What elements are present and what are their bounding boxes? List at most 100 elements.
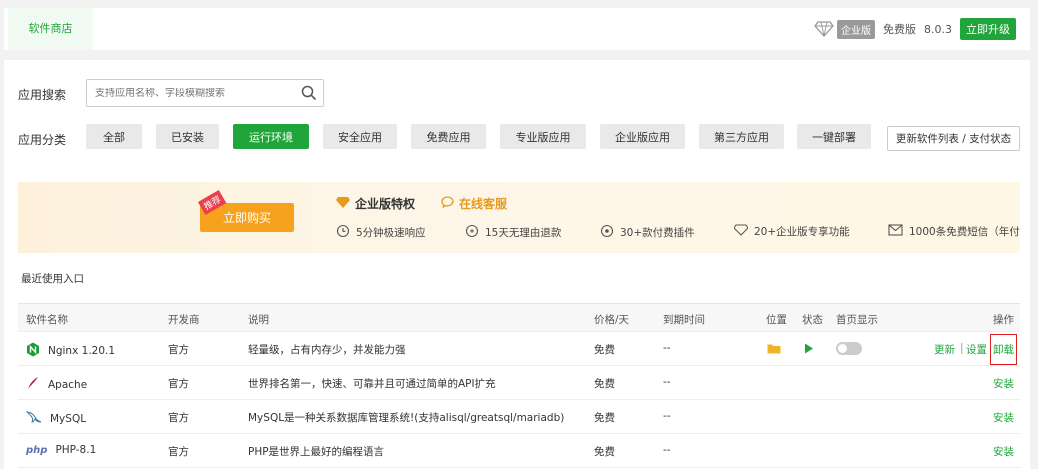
- expire-cell: --: [663, 376, 671, 388]
- header-developer: 开发商: [168, 314, 200, 326]
- software-name-text: Apache: [48, 378, 88, 391]
- clock-icon: [336, 224, 350, 241]
- main-panel: 应用搜索 应用分类 全部 已安装 运行环境 安全应用 免费应用 专业版应用 企业…: [4, 60, 1030, 469]
- description-cell: 轻量级，占有内存少，并发能力强: [248, 344, 406, 356]
- perk-refund: 15天无理由退款: [465, 224, 561, 241]
- uninstall-link[interactable]: 卸载: [990, 334, 1017, 365]
- header-action: 操作: [993, 314, 1014, 326]
- category-one-click[interactable]: 一键部署: [797, 124, 871, 149]
- category-all[interactable]: 全部: [86, 124, 142, 149]
- category-security[interactable]: 安全应用: [323, 124, 397, 149]
- php-logo-icon: php: [26, 444, 48, 456]
- header-homepage: 首页显示: [836, 314, 878, 326]
- perk-text: 5分钟极速响应: [356, 227, 426, 239]
- software-name[interactable]: Apache: [26, 376, 87, 393]
- search-input[interactable]: [87, 87, 295, 99]
- edition-label: 免费版: [883, 23, 916, 36]
- perk-enterprise-features: 20+企业版专享功能: [733, 224, 850, 239]
- edition-info: 企业版 免费版 8.0.3 立即升级: [813, 18, 1016, 40]
- table-header: 软件名称 开发商 说明 价格/天 到期时间 位置 状态 首页显示 操作: [18, 304, 1020, 332]
- gem-icon: [733, 224, 749, 239]
- developer-cell: 官方: [168, 344, 189, 356]
- perk-plugins: 30+款付费插件: [600, 224, 695, 241]
- table-row: Nginx 1.20.1 官方 轻量级，占有内存少，并发能力强 免费 -- 更新…: [18, 332, 1020, 366]
- version-label: 8.0.3: [924, 22, 952, 36]
- category-pro[interactable]: 专业版应用: [500, 124, 586, 149]
- online-service-link[interactable]: 在线客服: [441, 195, 507, 212]
- perk-fast-response: 5分钟极速响应: [336, 224, 426, 241]
- nginx-logo-icon: [26, 342, 40, 360]
- price-cell: 免费: [594, 412, 615, 424]
- perk-text: 30+款付费插件: [620, 227, 695, 239]
- refund-icon: [465, 224, 479, 241]
- diamond-icon: [813, 20, 835, 38]
- description-cell: 世界排名第一，快速、可靠并且可通过简单的API扩充: [248, 378, 496, 390]
- price-cell: 免费: [594, 446, 615, 458]
- expire-cell: --: [663, 342, 671, 354]
- action-separator: |: [960, 342, 964, 354]
- app-window: 软件商店 企业版 免费版 8.0.3 立即升级 应用搜索 应用分类 全部 已安装…: [4, 4, 1034, 469]
- expire-cell: --: [663, 410, 671, 422]
- software-name-text: MySQL: [50, 412, 87, 425]
- table-row: MySQL 官方 MySQL是一种关系数据库管理系统!(支持alisql/gre…: [18, 400, 1020, 434]
- apache-feather-icon: [26, 376, 40, 393]
- software-name[interactable]: MySQL: [25, 410, 87, 427]
- top-bar: 软件商店 企业版 免费版 8.0.3 立即升级: [4, 8, 1030, 50]
- developer-cell: 官方: [168, 378, 189, 390]
- table-row: php PHP-8.1 官方 PHP是世界上最好的编程语言 免费 -- 安装: [18, 434, 1020, 468]
- header-name: 软件名称: [26, 314, 68, 326]
- enterprise-banner: 立即购买 推荐 企业版特权 在线客服 5分钟极速响应 15天无理由退款 30+款…: [18, 182, 1020, 253]
- enterprise-badge[interactable]: 企业版: [837, 19, 875, 39]
- software-name-text: Nginx 1.20.1: [48, 345, 116, 357]
- software-name[interactable]: php PHP-8.1: [26, 444, 96, 456]
- perk-sms: 1000条免费短信（年付）: [888, 224, 1020, 239]
- developer-cell: 官方: [168, 412, 189, 424]
- perk-text: 20+企业版专享功能: [754, 226, 850, 238]
- header-expire: 到期时间: [663, 314, 705, 326]
- search-field[interactable]: [86, 79, 324, 107]
- category-runtime[interactable]: 运行环境: [233, 124, 309, 149]
- update-link[interactable]: 更新: [934, 342, 955, 357]
- upgrade-button[interactable]: 立即升级: [960, 18, 1016, 40]
- privilege-title-text: 企业版特权: [355, 197, 416, 211]
- header-status: 状态: [802, 314, 823, 326]
- category-label: 应用分类: [18, 133, 67, 147]
- crown-icon: [336, 196, 350, 211]
- install-link[interactable]: 安装: [993, 410, 1014, 425]
- settings-link[interactable]: 设置: [966, 342, 987, 357]
- service-title-text[interactable]: 在线客服: [459, 195, 507, 212]
- perk-text: 1000条免费短信（年付）: [909, 226, 1020, 238]
- header-description: 说明: [248, 314, 269, 326]
- header-price: 价格/天: [594, 314, 630, 326]
- description-cell: PHP是世界上最好的编程语言: [248, 446, 385, 458]
- developer-cell: 官方: [168, 446, 189, 458]
- price-cell: 免费: [594, 344, 615, 356]
- install-link[interactable]: 安装: [993, 444, 1014, 459]
- description-cell: MySQL是一种关系数据库管理系统!(支持alisql/greatsql/mar…: [248, 412, 565, 424]
- software-name[interactable]: Nginx 1.20.1: [26, 342, 115, 360]
- search-label: 应用搜索: [18, 88, 67, 102]
- recent-apps-label: 最近使用入口: [21, 273, 84, 285]
- perk-text: 15天无理由退款: [485, 227, 562, 239]
- search-icon[interactable]: [295, 80, 323, 106]
- play-icon[interactable]: [804, 343, 814, 357]
- chat-icon: [441, 196, 454, 211]
- category-installed[interactable]: 已安装: [156, 124, 219, 149]
- software-table: 软件名称 开发商 说明 价格/天 到期时间 位置 状态 首页显示 操作 Ngin…: [18, 303, 1020, 468]
- plugin-icon: [600, 224, 614, 241]
- mysql-dolphin-icon: [25, 410, 42, 427]
- install-link[interactable]: 安装: [993, 376, 1014, 391]
- header-location: 位置: [766, 314, 787, 326]
- category-enterprise[interactable]: 企业版应用: [600, 124, 685, 149]
- price-cell: 免费: [594, 378, 615, 390]
- software-name-text: PHP-8.1: [55, 444, 97, 456]
- folder-icon[interactable]: [767, 343, 781, 357]
- mail-icon: [888, 224, 903, 239]
- homepage-toggle[interactable]: [836, 342, 862, 355]
- category-free[interactable]: 免费应用: [411, 124, 486, 149]
- tab-software-store[interactable]: 软件商店: [8, 8, 93, 50]
- refresh-list-button[interactable]: 更新软件列表 / 支付状态: [887, 126, 1020, 151]
- table-row: Apache 官方 世界排名第一，快速、可靠并且可通过简单的API扩充 免费 -…: [18, 366, 1020, 400]
- category-third-party[interactable]: 第三方应用: [699, 124, 784, 149]
- expire-cell: --: [663, 444, 671, 456]
